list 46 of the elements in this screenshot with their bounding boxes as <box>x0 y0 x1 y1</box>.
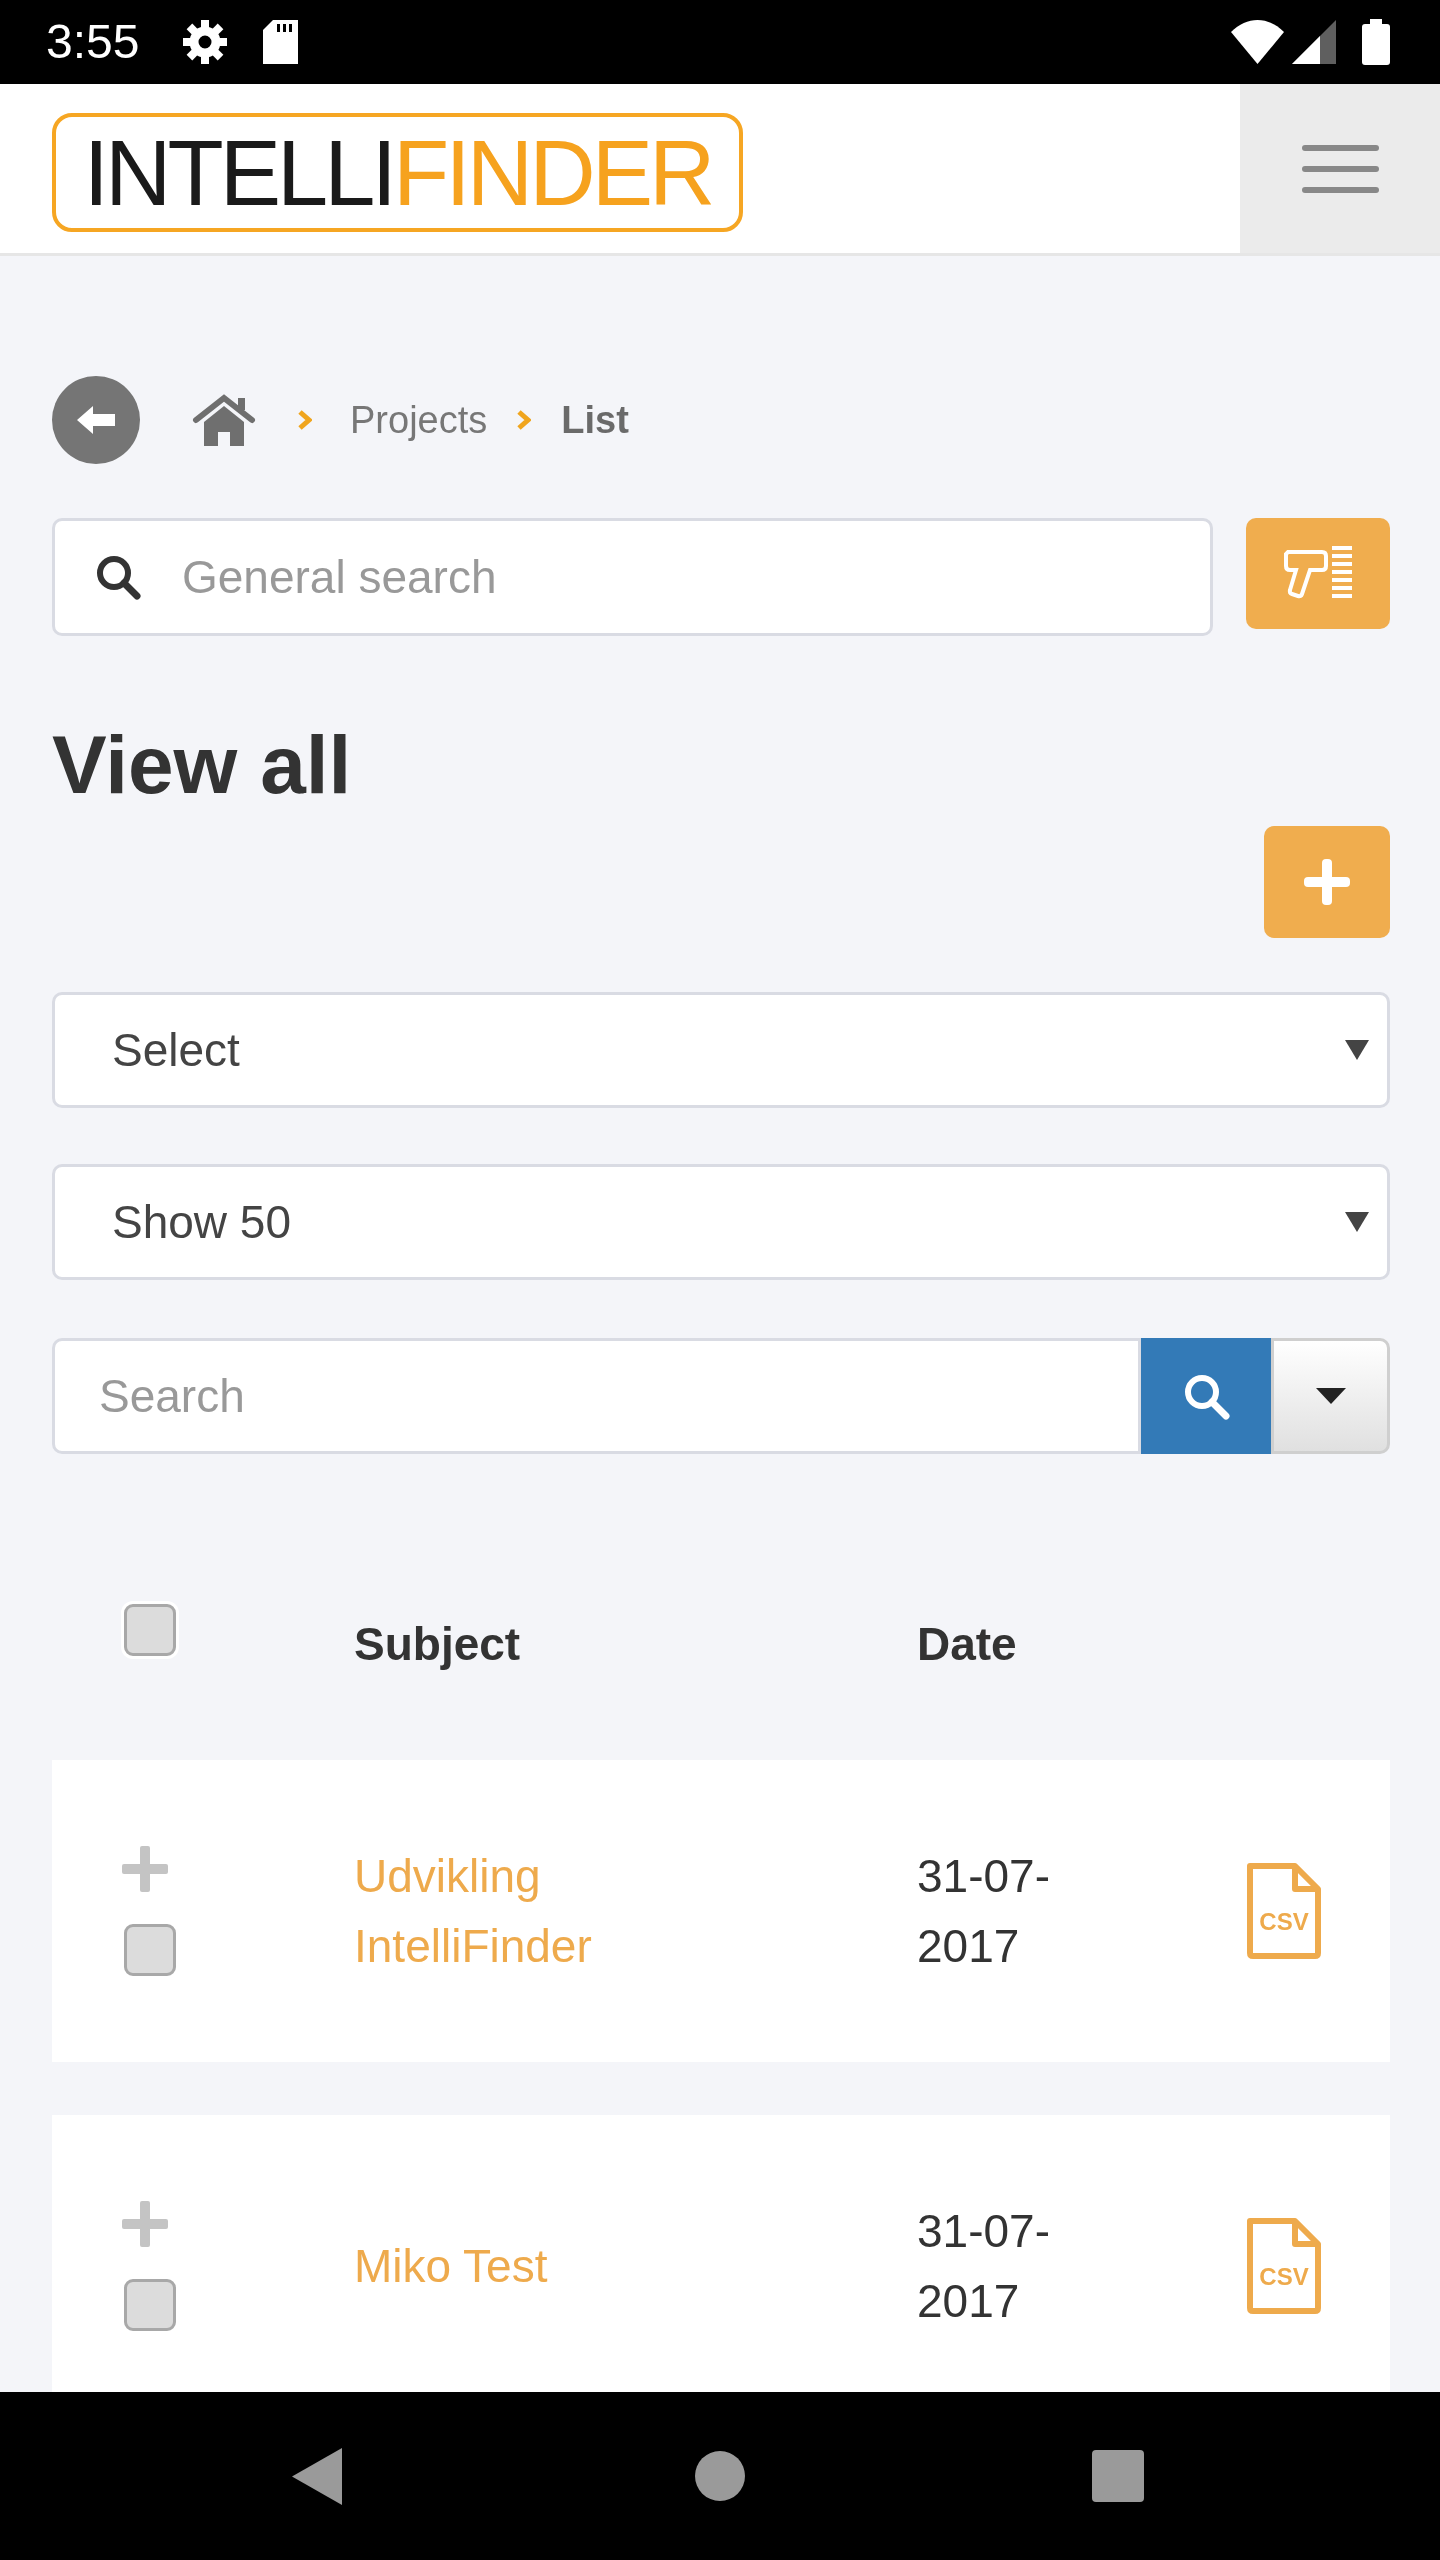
menu-icon <box>1301 144 1379 193</box>
signal-icon <box>1292 20 1336 64</box>
csv-export-link[interactable]: CSV <box>1245 1861 1323 1961</box>
checkbox[interactable] <box>124 1924 176 1976</box>
search-icon <box>95 554 141 600</box>
breadcrumb-current: List <box>561 397 629 443</box>
sd-card-icon <box>263 20 299 64</box>
battery-icon <box>1362 19 1390 65</box>
chevron-right-icon <box>297 409 312 431</box>
date-cell-text: 31-07-2017 <box>917 2204 1051 2329</box>
clock: 3:55 <box>46 18 140 66</box>
search-icon <box>1182 1372 1230 1420</box>
plus-icon <box>1304 859 1350 905</box>
breadcrumb-link[interactable]: Projects <box>350 391 488 449</box>
logo: INTELLIFINDER <box>52 113 743 232</box>
gear-icon <box>183 20 228 64</box>
back-icon[interactable] <box>292 2447 342 2505</box>
caret-down-icon <box>1315 1388 1346 1404</box>
caret-down-icon <box>1345 1212 1369 1232</box>
dropdown-field[interactable]: Select <box>52 992 1390 1108</box>
checkbox[interactable] <box>124 2279 176 2331</box>
column-header: Date <box>917 1617 1017 1671</box>
search-button[interactable] <box>1141 1338 1271 1454</box>
checkbox[interactable] <box>124 1604 176 1656</box>
dropdown-field[interactable]: Show 50 <box>52 1164 1390 1280</box>
home-icon[interactable] <box>192 394 256 446</box>
scanner-button[interactable] <box>1246 518 1390 629</box>
document-icon <box>1245 1861 1323 1961</box>
column-header: Subject <box>354 1617 521 1671</box>
plus-icon[interactable] <box>122 2201 168 2247</box>
menu-button[interactable] <box>1240 84 1440 253</box>
subject-link[interactable]: Udvikling IntelliFinder <box>354 1841 654 1981</box>
circle-icon[interactable] <box>695 2451 745 2501</box>
search-field[interactable]: General search <box>52 518 1213 636</box>
wifi-icon <box>1231 20 1284 64</box>
plus-icon[interactable] <box>122 1846 168 1892</box>
csv-export-link[interactable]: CSV <box>1245 2216 1323 2316</box>
search-field[interactable]: Search <box>52 1338 1141 1454</box>
document-icon <box>1245 2216 1323 2316</box>
date-cell-text: 31-07-2017 <box>917 1849 1051 1974</box>
arrow-left-icon <box>77 404 115 436</box>
caret-down-icon <box>1345 1040 1369 1060</box>
add-button[interactable] <box>1264 826 1390 938</box>
subject-link[interactable]: Miko Test <box>354 2231 548 2301</box>
chevron-right-icon <box>516 409 532 431</box>
page-title: View all <box>52 720 353 810</box>
